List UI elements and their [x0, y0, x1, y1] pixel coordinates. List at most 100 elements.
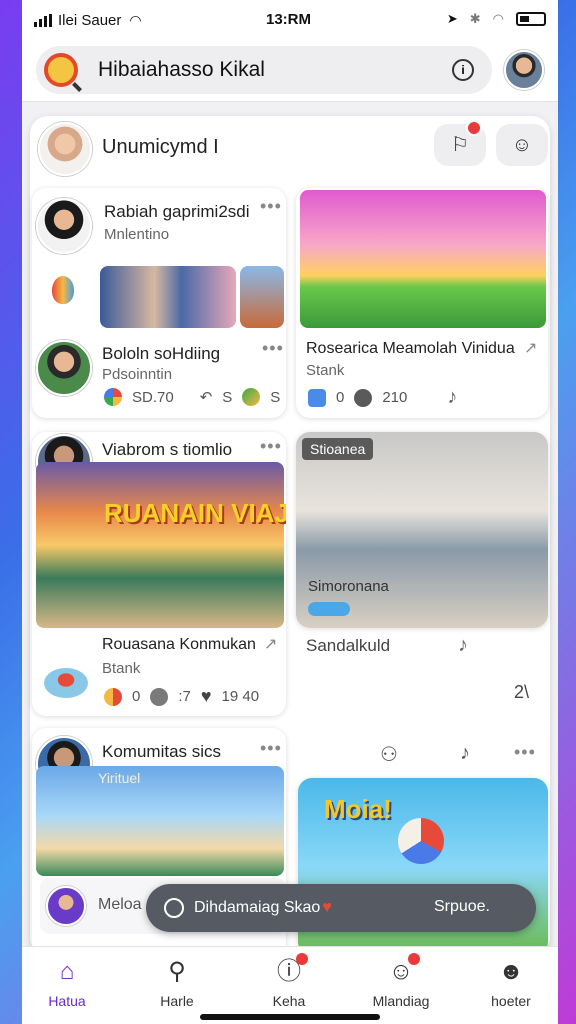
image-caption: RUANAIN VIAJ! — [104, 498, 286, 528]
people-icon: ☺ — [511, 134, 533, 156]
nav-item-search[interactable]: ⚲ Harle — [132, 957, 222, 1009]
nav-item-profile[interactable]: ☻ hoeter — [466, 957, 556, 1009]
nav-label: Hatua — [48, 993, 86, 1009]
stat-value: 2\ — [514, 682, 530, 702]
friends-button[interactable]: ☺ — [496, 124, 548, 166]
share-icon[interactable]: ↶ — [200, 388, 213, 406]
music-note-icon[interactable]: ♪ — [460, 742, 470, 765]
ball-icon — [398, 818, 444, 864]
stat-value: SD.70 — [132, 388, 174, 406]
bookmark-badge — [466, 120, 482, 136]
reaction-icon — [242, 388, 261, 406]
stat-value: 210 — [382, 389, 408, 406]
post-card[interactable]: Viabrom s tiomlio ••• RUANAIN VIAJ! Roua… — [32, 432, 286, 716]
balloon-icon — [52, 276, 74, 304]
toast-action[interactable]: Srpuoe. — [434, 898, 490, 916]
post-image[interactable]: Yirituel — [36, 766, 284, 876]
heart-icon: ♥ — [322, 899, 332, 916]
comment-icon[interactable] — [354, 388, 373, 407]
home-indicator — [200, 1014, 380, 1020]
share-arrow-icon[interactable]: ↗ — [264, 634, 277, 654]
more-options-icon[interactable]: ••• — [260, 738, 282, 759]
post-stats: SD.70 ↶ S S — [104, 388, 280, 406]
location-icon: ➤ — [446, 11, 458, 26]
more-options-icon[interactable]: ••• — [514, 742, 536, 763]
toast-notification[interactable]: Dihdamaiag Skao ♥ Srpuoe. — [146, 884, 536, 932]
app-header: Hibaiahasso Kikal i — [22, 40, 558, 102]
post-image[interactable]: Stioanea Simoronana — [296, 432, 548, 628]
info-icon[interactable]: i — [452, 59, 474, 81]
toast-icon — [164, 898, 184, 918]
search-bar[interactable]: Hibaiahasso Kikal i — [36, 46, 492, 94]
bookmark-button[interactable]: ⚐ — [434, 120, 486, 166]
stat-value: S — [222, 388, 233, 406]
post-card[interactable]: Stioanea Simoronana — [296, 432, 548, 628]
nav-label: Harle — [160, 993, 194, 1009]
preview-avatar — [46, 886, 86, 926]
more-options-icon[interactable]: ••• — [260, 196, 282, 217]
status-bar: Ilei Sauer ◠ 13:RM ➤ ✱ ◠ — [22, 0, 558, 40]
post-subtitle: Btank — [102, 660, 141, 677]
stat-value: S — [270, 388, 281, 406]
music-note-icon[interactable]: ♪ — [458, 634, 468, 657]
carrier-label: Ilei Sauer — [58, 11, 122, 29]
user-avatar[interactable] — [504, 50, 544, 90]
app-frame: Ilei Sauer ◠ 13:RM ➤ ✱ ◠ Hibaiahasso Kik… — [22, 0, 558, 1024]
post-title: Rouasana Konmukan — [102, 636, 256, 653]
stat-value: 19 40 — [221, 688, 260, 705]
search-icon: ⚲ — [168, 958, 186, 985]
post-title: Viabrom s tiomlio — [102, 440, 233, 459]
bottom-nav: ⌂ Hatua ⚲ Harle ⓘ Keha ☺ Mlandiag ☻ hoet… — [22, 946, 558, 1024]
post-subtitle: Stank — [306, 362, 345, 379]
app-logo-icon — [44, 53, 78, 87]
post-subtitle: Pdsoinntin — [102, 366, 173, 383]
profile-avatar[interactable] — [38, 122, 92, 176]
chat-icon[interactable]: ⚇ — [380, 742, 398, 767]
nav-item-notifications[interactable]: ⓘ Keha — [244, 953, 334, 1009]
more-options-icon[interactable]: ••• — [262, 338, 284, 359]
post-title: Komumitas sics — [102, 742, 222, 761]
image-caption: Simoronana — [308, 578, 389, 595]
post-image[interactable] — [100, 266, 236, 328]
google-icon — [104, 388, 122, 406]
nav-label: Mlandiag — [372, 993, 430, 1009]
post-title: Bololn soHdiing — [102, 344, 221, 363]
nav-label: hoeter — [491, 993, 531, 1009]
stat-value: :7 — [178, 688, 191, 705]
stat-value: 0 — [336, 389, 345, 406]
post-image[interactable]: RUANAIN VIAJ! — [36, 462, 286, 628]
preview-label: Meloa — [98, 896, 142, 913]
notification-icon: ⓘ — [274, 953, 308, 987]
bluetooth-icon: ✱ — [469, 11, 481, 26]
search-bar-title: Hibaiahasso Kikal — [98, 58, 265, 81]
post-author-avatar[interactable] — [36, 198, 92, 254]
chat-icon: ☺ — [386, 953, 420, 987]
post-card[interactable]: Rabiah gaprimi2sdi Mnlentino ••• Bololn … — [32, 188, 286, 418]
post-image-thumb[interactable] — [240, 266, 284, 328]
post-card[interactable]: Rosearica Meamolah Vinidua ↗ Stank 0 210… — [296, 188, 548, 418]
post-stats: 0 210 ♪ — [308, 386, 457, 409]
post-author-avatar[interactable] — [36, 340, 92, 396]
battery-icon — [516, 12, 546, 26]
signal-icon — [34, 13, 52, 27]
image-caption: Moia! — [324, 794, 392, 824]
comment-icon[interactable] — [150, 687, 169, 706]
image-caption: Yirituel — [98, 770, 141, 786]
feed-card: Unumicymd I ⚐ ☺ Rabiah gaprimi2sdi Mnlen… — [30, 116, 550, 956]
music-note-icon[interactable]: ♪ — [447, 386, 457, 409]
post-title: Sandalkuld — [306, 636, 391, 655]
notification-badge — [296, 953, 308, 965]
post-stats: 0 :7 ♥ 19 40 — [104, 686, 259, 707]
heart-icon[interactable]: ♥ — [201, 686, 212, 707]
person-icon — [308, 388, 326, 407]
bookmark-icon: ⚐ — [451, 134, 469, 156]
profile-icon: ☻ — [498, 958, 524, 985]
nav-item-home[interactable]: ⌂ Hatua — [22, 957, 112, 1009]
post-image[interactable] — [300, 190, 546, 328]
profile-name: Unumicymd I — [102, 136, 219, 158]
more-options-icon[interactable]: ••• — [260, 436, 282, 457]
nav-item-chat[interactable]: ☺ Mlandiag — [356, 953, 446, 1009]
wifi-icon: ◠ — [129, 11, 142, 28]
feed-header: Unumicymd I ⚐ ☺ — [30, 116, 550, 176]
share-arrow-icon[interactable]: ↗ — [524, 338, 537, 358]
